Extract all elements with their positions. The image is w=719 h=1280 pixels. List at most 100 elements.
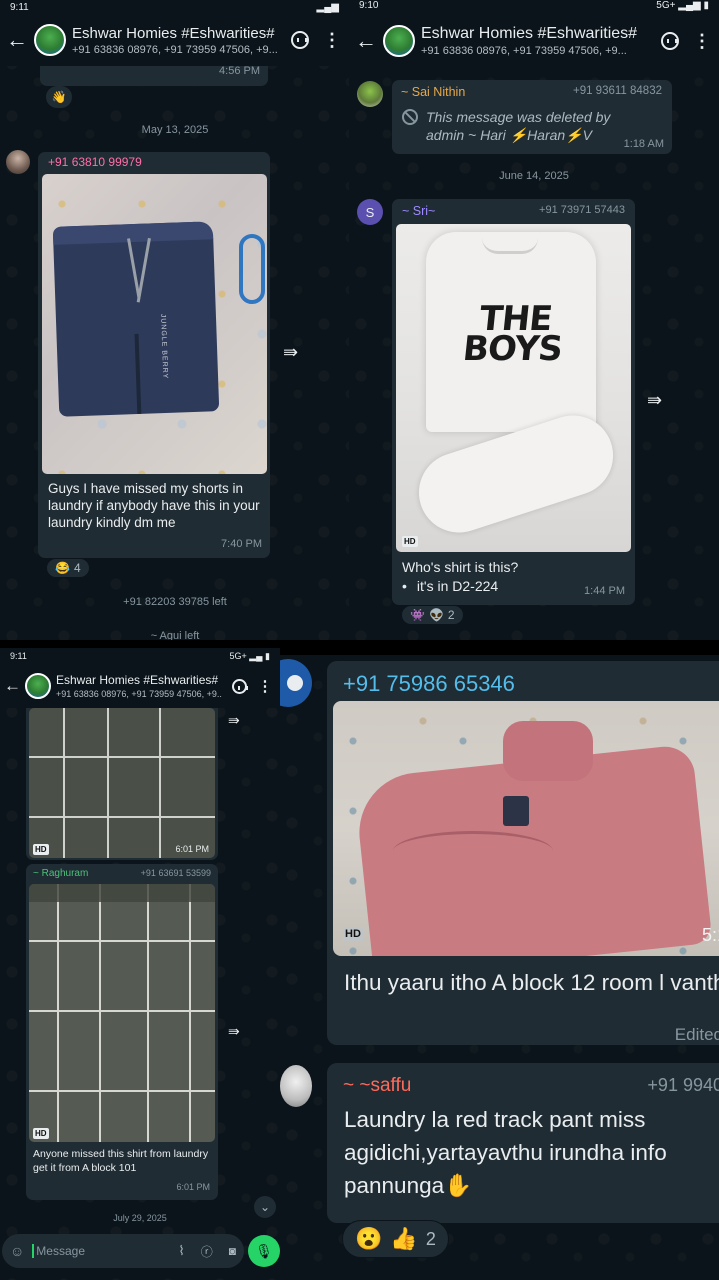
group-title[interactable]: Eshwar Homies #Eshwarities# (72, 25, 279, 42)
message-text: Guys I have missed my shorts in laundry … (48, 481, 260, 530)
message-time: 1:44 PM (584, 585, 625, 597)
message-input[interactable]: Message (32, 1244, 170, 1258)
group-members: +91 63836 08976, +91 73959 47506, +9... (421, 45, 627, 57)
sender-avatar[interactable] (6, 150, 30, 174)
mic-button[interactable]: 🎙 (248, 1235, 280, 1267)
message-time: 4:56 PM (219, 65, 260, 77)
message-time: 1:18 AM (623, 138, 664, 150)
deleted-icon (402, 109, 418, 125)
deleted-text: This message was deleted by admin ~ Hari… (426, 109, 611, 143)
sender-avatar[interactable]: S (357, 199, 383, 225)
message-bubble-raghuram[interactable]: ~ Raghuram +91 63691 53599 HD Anyone mis… (26, 864, 218, 1200)
ai-chat-icon[interactable] (659, 30, 681, 52)
status-bar: 9:10 5G+ ▂▄▆ ▮ (349, 0, 719, 11)
chat-header[interactable]: ← Eshwar Homies #Eshwarities# +91 63836 … (349, 10, 719, 72)
group-avatar[interactable] (34, 24, 66, 56)
shorts-photo[interactable]: JUNGLE BERRY (42, 174, 267, 474)
sender-phone: +91 93611 84832 (572, 85, 662, 97)
group-title[interactable]: Eshwar Homies #Eshwarities# (421, 25, 649, 43)
sender-name[interactable]: +91 75986 65346 (343, 671, 515, 697)
hd-badge: HD (402, 536, 418, 547)
sender-avatar[interactable] (357, 81, 383, 107)
forward-icon[interactable]: ⇛ (228, 712, 240, 729)
chat-screenshot-2: 9:10 5G+ ▂▄▆ ▮ ← Eshwar Homies #Eshwarit… (349, 0, 719, 640)
camera-icon[interactable]: ◙ (229, 1244, 236, 1258)
message-time: 6:01 PM (176, 1182, 210, 1192)
top-bar: 9:10 5G+ ▂▄▆ ▮ ← Eshwar Homies #Eshwarit… (349, 0, 719, 72)
alien-monster-icon: 👾 (410, 608, 425, 622)
shirt-collar (503, 721, 593, 781)
sender-phone: +91 73971 57443 (539, 204, 625, 216)
sender-name[interactable]: ~ Sai Nithin (401, 85, 465, 99)
hd-badge: HD (33, 1128, 49, 1139)
shirt-tag (503, 796, 529, 826)
system-notice: ~ Agui left (150, 630, 200, 640)
person-icon (287, 675, 303, 691)
forward-icon[interactable]: ⇛ (647, 390, 662, 411)
message-bubble-shirt[interactable]: ~ Sri~ +91 73971 57443 THE BOYS HD Who's… (392, 199, 635, 605)
back-arrow-icon[interactable]: ← (355, 28, 377, 54)
sender-name[interactable]: +91 63810 99979 (48, 155, 142, 169)
attach-icon[interactable]: ⌇ (178, 1243, 184, 1259)
message-time: 5:1 (701, 925, 719, 945)
thumbs-up-emoji-icon: 👍 (390, 1226, 418, 1251)
date-separator: May 13, 2025 (141, 124, 209, 136)
pink-shirt-photo[interactable]: HD 5:1 (333, 701, 719, 956)
message-text-line2: it's in D2-224 (416, 578, 499, 594)
more-options-icon[interactable]: ⋮ (321, 29, 343, 51)
back-arrow-icon[interactable]: ← (6, 27, 28, 53)
scroll-down-icon[interactable]: ⌄ (254, 1196, 276, 1218)
shorts-garment: JUNGLE BERRY (52, 221, 220, 417)
sender-name[interactable]: ~ Sri~ (402, 204, 435, 218)
signal-icon: ▂▄ ▮ (249, 650, 270, 661)
reaction-count: 4 (73, 561, 81, 575)
checked-shirt-photo-2[interactable]: HD (29, 884, 215, 1142)
ai-chat-icon[interactable] (228, 675, 250, 697)
message-bubble-photo[interactable]: HD 6:01 PM (26, 708, 218, 860)
chat-header[interactable]: ← Eshwar Homies #Eshwarities# +91 63836 … (0, 664, 280, 708)
hd-badge: HD (343, 927, 363, 941)
chat-screenshot-1: 9:11 ▂▄▆ ← Eshwar Homies #Eshwarities# +… (0, 0, 349, 640)
more-options-icon[interactable]: ⋮ (254, 675, 276, 697)
chat-screenshot-3: 9:11 5G+ ▂▄ ▮ ← Eshwar Homies #Eshwariti… (0, 648, 280, 1280)
wave-reaction-icon[interactable]: 👋 (46, 86, 72, 108)
message-bubble-saffu[interactable]: ~ ~saffu +91 9940 Laundry la red track p… (327, 1063, 719, 1223)
surprised-emoji-icon: 😮 (355, 1226, 383, 1251)
message-bubble-shorts[interactable]: +91 63810 99979 JUNGLE BERRY Guys I have… (38, 152, 270, 558)
sender-name[interactable]: ~ Raghuram (33, 868, 88, 879)
message-time: 6:01 PM (175, 844, 209, 854)
emoji-icon[interactable]: ☺ (10, 1243, 24, 1259)
shorts-print-text: JUNGLE BERRY (159, 313, 169, 380)
chat-header[interactable]: ← Eshwar Homies #Eshwarities# +91 63836 … (0, 14, 349, 66)
network-label: 5G+ (229, 650, 247, 661)
deleted-message-bubble[interactable]: ~ Sai Nithin +91 93611 84832 This messag… (392, 80, 672, 154)
message-text: Ithu yaaru itho A block 12 room l vanthu… (344, 970, 719, 995)
payment-icon[interactable]: ⓡ (201, 1243, 213, 1260)
forward-icon[interactable]: ⇛ (228, 1023, 240, 1040)
message-input-bar[interactable]: ☺ Message ⌇ ⓡ ◙ (2, 1234, 244, 1268)
sender-avatar[interactable] (280, 659, 312, 707)
status-time: 9:11 (10, 651, 27, 661)
message-text: Anyone missed this shirt from laundry ge… (33, 1148, 209, 1174)
reaction-pill[interactable]: 😂 4 (46, 558, 90, 578)
reaction-pill[interactable]: 👾 👽 2 (401, 605, 464, 625)
status-bar: 9:11 ▂▄▆ (0, 0, 349, 14)
message-bubble-pink-shirt[interactable]: +91 75986 65346 HD 5:1 Ithu yaaru itho A… (327, 661, 719, 1045)
message-text: Laundry la red track pant miss agidichi,… (344, 1107, 667, 1198)
back-arrow-icon[interactable]: ← (4, 676, 21, 696)
group-title[interactable]: Eshwar Homies #Eshwarities# (56, 673, 222, 687)
status-time: 9:10 (359, 0, 379, 11)
group-avatar[interactable] (383, 25, 415, 57)
forward-icon[interactable]: ⇛ (283, 342, 298, 363)
reaction-pill[interactable]: 😮 👍 2 (342, 1220, 449, 1258)
top-bar: 9:11 ▂▄▆ ← Eshwar Homies #Eshwarities# +… (0, 0, 349, 66)
system-notice: +91 82203 39785 left (123, 596, 227, 608)
group-avatar[interactable] (25, 673, 51, 699)
checked-shirt-photo[interactable]: HD 6:01 PM (29, 708, 215, 858)
more-options-icon[interactable]: ⋮ (691, 30, 713, 52)
sender-name[interactable]: ~ ~saffu (343, 1075, 411, 1097)
shirt-photo[interactable]: THE BOYS HD (396, 224, 631, 552)
reaction-count: 2 (447, 608, 455, 622)
ai-chat-icon[interactable] (289, 29, 311, 51)
sender-avatar[interactable] (280, 1065, 312, 1107)
